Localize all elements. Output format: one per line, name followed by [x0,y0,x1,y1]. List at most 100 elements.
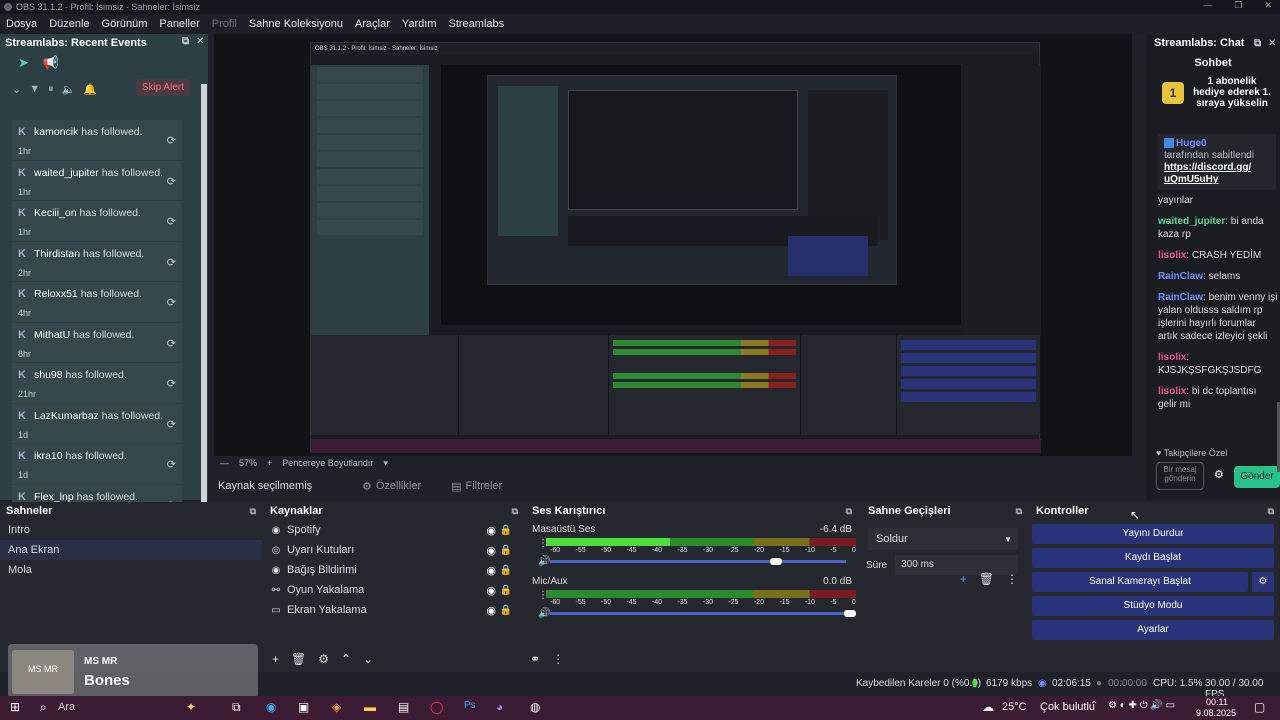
menu-profile[interactable]: Profil [212,18,237,30]
volume-slider[interactable] [550,560,846,563]
pause-icon[interactable]: ⏸ [48,83,54,96]
menu-dots-icon[interactable]: ⋮ [1006,572,1018,586]
volume-icon[interactable]: 🔊 [538,556,550,567]
tray-icons[interactable]: ⚙ ◐ ✚ ⏻ 🔊 ▭ [1108,700,1175,711]
popout-icon[interactable]: ⧉ [250,506,256,517]
start-recording-button[interactable]: Kaydı Başlat [1032,548,1274,568]
trash-icon[interactable]: 🗑 [979,572,994,586]
gear-icon[interactable]: ⚙ [1214,468,1224,481]
event-item[interactable]: K LazKumarbaz has followed. 1d ⟳ [12,403,182,444]
chat-message[interactable]: waited_jupiter: bi anda kaza rp [1158,215,1278,241]
add-icon[interactable]: + [960,572,967,586]
windows-start-icon[interactable]: ⊞ [10,700,20,714]
send-button[interactable]: Gönder [1234,466,1280,488]
popout-icon[interactable]: ⧉ [1016,506,1022,517]
transition-select[interactable]: Soldur ▼ [868,528,1018,550]
bell-icon[interactable]: 🔔 [83,83,97,96]
virtual-camera-button[interactable]: Sanal Kamerayı Başlat ⚙ [1032,572,1274,592]
lock-icon[interactable]: 🔒 [500,605,512,616]
event-item[interactable]: K MithatU has followed. 8hr ⟳ [12,322,182,363]
zoom-out-icon[interactable]: — [220,458,229,468]
task-view-icon[interactable]: ⧉ [232,700,241,715]
menu-dots-icon[interactable]: ⋮ [552,652,564,666]
discord-icon[interactable]: ◕ [496,700,503,714]
replay-icon[interactable]: ⟳ [167,256,176,269]
menu-tools[interactable]: Araçlar [355,18,390,30]
chevron-down-icon[interactable]: ▾ [383,458,388,469]
volume-icon[interactable]: 🔈 [62,83,76,96]
volume-slider-knob[interactable] [844,610,856,617]
photoshop-icon[interactable]: Ps [464,700,476,711]
chat-message[interactable]: lisolix: bi dc toplantısı gelir mi [1158,385,1278,411]
menu-help[interactable]: Yardım [402,18,437,30]
search-icon[interactable]: ⌕ [40,700,47,715]
lock-icon[interactable]: 🔒 [500,525,512,536]
link-icon[interactable]: ⚭ [530,652,540,666]
settings-button[interactable]: Ayarlar [1032,620,1274,640]
menu-docks[interactable]: Paneller [159,18,199,30]
subgift-banner[interactable]: 1 1 abonelik hediye ederek 1. sıraya yük… [1162,76,1280,109]
lock-icon[interactable]: 🔒 [500,585,512,596]
chevron-down-icon[interactable]: ⌄ [12,83,21,96]
stop-streaming-button[interactable]: Yayını Durdur [1032,524,1274,544]
store-icon[interactable]: ▣ [298,700,309,714]
replay-icon[interactable]: ⟳ [167,377,176,390]
event-item[interactable]: K waited_jupiter has followed. 1hr ⟳ [12,160,182,201]
pin-link[interactable]: https://discord.gg/ uQmU5uHy [1164,162,1270,186]
menu-view[interactable]: Görünüm [102,18,148,30]
studio-mode-button[interactable]: Stüdyo Modu [1032,596,1274,616]
opera-icon[interactable]: ◯ [430,700,443,714]
scene-item[interactable]: Intro [0,520,262,540]
source-item[interactable]: ⚯ Oyun Yakalama ◉ 🔒 [264,580,524,600]
replay-icon[interactable]: ⟳ [167,458,176,471]
replay-icon[interactable]: ⟳ [167,418,176,431]
taskbar-search[interactable]: Ara [58,701,75,713]
chat-message[interactable]: lisolix: KJSJKŞSFGKŞJSDFG [1158,351,1278,377]
chrome-icon[interactable]: ◈ [332,700,341,714]
replay-icon[interactable]: ⟳ [167,296,176,309]
explorer-icon[interactable]: ▬ [364,700,376,714]
pinned-message[interactable]: Huge0 tarafından sabitlendi https://disc… [1158,134,1276,190]
edge-icon[interactable]: ◉ [266,700,276,714]
scrollbar[interactable] [201,84,207,534]
event-item[interactable]: K Keciii_on has followed. 1hr ⟳ [12,201,182,242]
source-item[interactable]: ◉ Bağış Bildirimi ◉ 🔒 [264,560,524,580]
chat-message[interactable]: RainClaw: selams [1158,270,1278,283]
popout-icon[interactable]: ⧉ [512,506,518,517]
source-item[interactable]: ◉ Spotify ◉ 🔒 [264,520,524,540]
chat-message[interactable]: RainClaw: benim venny işi yalan oldusss … [1158,291,1278,343]
lock-icon[interactable]: 🔒 [500,565,512,576]
notification-icon[interactable]: ▢ [1254,700,1265,714]
source-item[interactable]: ◎ Uyarı Kutuları ◉ 🔒 [264,540,524,560]
add-icon[interactable]: + [272,652,279,666]
replay-icon[interactable]: ⟳ [167,215,176,228]
obs-icon[interactable]: ◍ [530,700,540,714]
minimize-icon[interactable]: — [1203,0,1212,11]
filter-icon[interactable]: ▼ [29,83,40,95]
eye-icon[interactable]: ◉ [486,564,496,577]
eye-icon[interactable]: ◉ [486,524,496,537]
volume-slider-knob[interactable] [770,558,782,565]
event-item[interactable]: K kamoncik has followed. 1hr ⟳ [12,120,182,161]
move-down-icon[interactable]: ⌄ [363,652,373,666]
fit-to-window[interactable]: Pencereye Boyutlandır [282,458,373,468]
replay-icon[interactable]: ⟳ [167,134,176,147]
menu-streamlabs[interactable]: Streamlabs [449,18,505,30]
popout-icon[interactable]: ⧉ [1254,38,1261,49]
send-icon[interactable]: ➤ [18,55,29,71]
megaphone-icon[interactable]: 📢 [43,55,59,71]
popout-icon[interactable]: ⧉ [846,506,852,517]
close-icon[interactable]: ✕ [1268,38,1276,49]
filters-button[interactable]: ▤ Filtreler [451,480,502,493]
menu-file[interactable]: Dosya [6,18,37,30]
move-up-icon[interactable]: ⌃ [341,652,351,666]
close-icon[interactable]: ✕ [196,36,204,47]
eye-icon[interactable]: ◉ [486,584,496,597]
gear-icon[interactable]: ⚙ [1252,572,1274,592]
event-item[interactable]: K Thirdistan has followed. 2hr ⟳ [12,241,182,282]
menu-edit[interactable]: Düzenle [49,18,89,30]
properties-button[interactable]: ⚙ Özellikler [362,480,421,493]
copilot-icon[interactable]: ✦ [186,700,196,714]
skip-alert-button[interactable]: Skip Alert [135,79,190,96]
event-item[interactable]: K ikra10 has followed. 1d ⟳ [12,444,182,485]
